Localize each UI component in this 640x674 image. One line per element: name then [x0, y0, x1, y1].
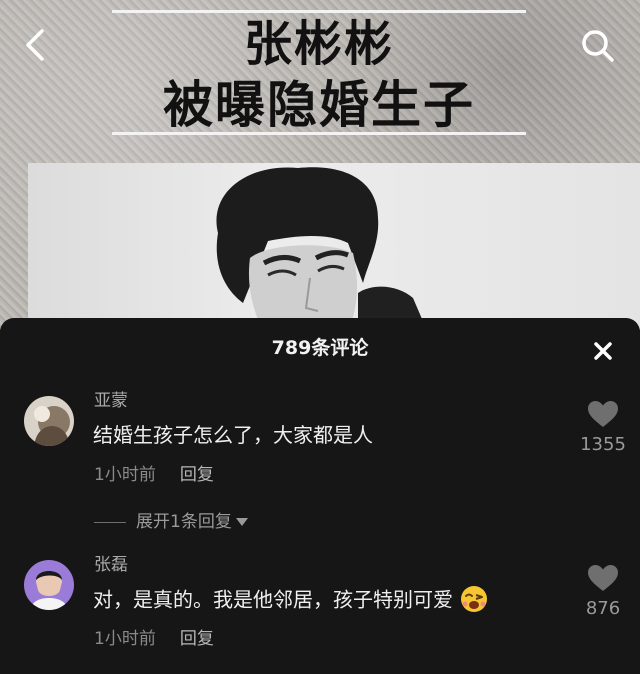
- reply-button[interactable]: 回复: [180, 465, 214, 485]
- expand-divider: [94, 521, 126, 523]
- comment-text-content: 对，是真的。我是他邻居，孩子特别可爱: [93, 587, 453, 612]
- avatar[interactable]: [24, 560, 74, 610]
- close-icon: [594, 342, 612, 360]
- comments-sheet-header: 789条评论: [0, 318, 640, 378]
- comment-text: 对，是真的。我是他邻居，孩子特别可爱: [93, 586, 489, 616]
- close-button[interactable]: [590, 338, 616, 364]
- video-title-line1: 张彬彬: [243, 16, 394, 72]
- chevron-left-icon: [26, 29, 44, 61]
- comments-sheet: 789条评论 亚蒙 结婚生孩子怎么了，大家都是人 1小时前 回复 1355 展开…: [0, 318, 640, 674]
- heart-icon: [588, 401, 618, 427]
- comment-text: 结婚生孩子怎么了，大家都是人: [93, 423, 373, 447]
- expand-replies-label: 展开1条回复: [136, 512, 232, 532]
- video-title-overlay: 张彬彬 被曝隐婚生子: [112, 10, 526, 135]
- back-button[interactable]: [20, 28, 52, 62]
- avatar-image: [24, 560, 74, 610]
- search-button[interactable]: [578, 26, 618, 66]
- comment-author[interactable]: 张磊: [94, 554, 128, 576]
- comment-item: 张磊 对，是真的。我是他邻居，孩子特别可爱 1小时前 回复 876: [0, 554, 640, 674]
- search-icon: [582, 30, 614, 62]
- comment-author[interactable]: 亚蒙: [94, 390, 128, 412]
- video-area[interactable]: 张彬彬 被曝隐婚生子: [0, 0, 640, 330]
- avatar[interactable]: [24, 396, 74, 446]
- comment-meta: 1小时前 回复: [94, 628, 214, 650]
- winking-face-emoji-icon: [459, 584, 489, 614]
- comments-count-title: 789条评论: [271, 337, 369, 359]
- comment-time: 1小时前: [94, 465, 156, 485]
- heart-icon: [588, 565, 618, 591]
- like-count: 1355: [580, 434, 626, 455]
- comment-meta: 1小时前 回复: [94, 464, 214, 486]
- like-button[interactable]: 876: [578, 564, 628, 620]
- avatar-image: [24, 396, 74, 446]
- expand-replies-button[interactable]: 展开1条回复: [94, 510, 248, 534]
- video-title-line2: 被曝隐婚生子: [163, 76, 475, 134]
- comment-time: 1小时前: [94, 629, 156, 649]
- reply-button[interactable]: 回复: [180, 629, 214, 649]
- title-divider-bottom: [112, 132, 526, 135]
- like-button[interactable]: 1355: [578, 400, 628, 456]
- video-photo: [28, 163, 640, 330]
- caret-down-icon: [235, 518, 248, 526]
- like-count: 876: [585, 598, 621, 619]
- title-divider-top: [112, 10, 526, 13]
